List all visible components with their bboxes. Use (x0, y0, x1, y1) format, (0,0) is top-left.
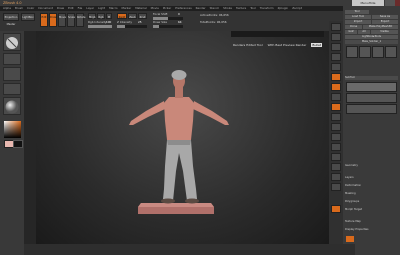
tool-thumb-polymesh[interactable] (385, 46, 397, 58)
material-thumbnail[interactable] (3, 97, 21, 115)
all-button[interactable]: All (358, 30, 370, 34)
secondary-color-swatch[interactable] (13, 140, 23, 148)
model-right-arm (193, 101, 229, 125)
stroke-thumbnail[interactable] (3, 53, 21, 65)
z-intensity-value: 25 (138, 20, 142, 24)
rgb-intensity-label: Rgb Intensity (88, 20, 107, 24)
rgb-intensity-value: 100 (106, 20, 112, 24)
subtool-row-2[interactable] (346, 93, 397, 103)
masking-header[interactable]: Masking (345, 192, 398, 196)
subtool-header[interactable]: SubTool (345, 76, 398, 80)
morph-target-header[interactable]: Morph Target (345, 208, 398, 212)
display-properties-header[interactable]: Display Properties (345, 228, 398, 232)
tool-thumb-cylinder[interactable] (372, 46, 384, 58)
rotate-button[interactable]: Rotate (76, 13, 86, 27)
transp-button[interactable] (331, 163, 341, 171)
scale-view-button[interactable] (331, 133, 341, 141)
subtool-row-1[interactable] (346, 82, 397, 92)
scale-button[interactable]: Scale (67, 13, 75, 27)
polygroups-header[interactable]: Polygroups (345, 200, 398, 204)
soldier-model[interactable] (36, 31, 329, 244)
model-left-arm (129, 101, 165, 125)
frame-button[interactable] (331, 113, 341, 121)
tray-title: Tool (345, 10, 369, 14)
solo-button[interactable] (331, 183, 341, 191)
draw-size-value: 64 (178, 20, 182, 24)
right-shelf (329, 21, 343, 255)
brush-thumbnail[interactable] (3, 33, 21, 51)
ghost-button[interactable] (331, 173, 341, 181)
goz-button[interactable]: GoZ (345, 30, 357, 34)
spix-button[interactable] (331, 33, 341, 41)
total-points: TotalPoints: 96,656 (200, 20, 227, 24)
left-shelf (0, 31, 24, 255)
rgb-button[interactable]: Rgb (97, 13, 105, 19)
visible-button[interactable]: Visible (371, 30, 398, 34)
brush-icon (6, 37, 18, 49)
rotate-view-button[interactable] (331, 143, 341, 151)
save-as-button[interactable]: Save As (372, 15, 398, 19)
xpose-button[interactable] (331, 205, 341, 213)
zcut-button[interactable]: Zcut (138, 13, 147, 19)
tool-name: Male_Soldier_1 (345, 40, 398, 44)
scroll-button[interactable] (331, 43, 341, 51)
draw-size-slider[interactable] (153, 25, 183, 28)
import-button[interactable]: Import (345, 20, 371, 24)
lightbox-button[interactable]: LightBox (21, 13, 35, 21)
tray-toggle[interactable] (346, 236, 354, 242)
bpr-button[interactable] (331, 23, 341, 31)
focal-shift-value: 0 (178, 12, 180, 16)
canvas-viewport[interactable]: Renders Edited Tool With Best Preview Re… (36, 31, 329, 244)
draw-size-label: Draw Size (153, 20, 167, 24)
sym-button[interactable] (331, 103, 341, 111)
local-button[interactable] (331, 93, 341, 101)
color-picker[interactable] (4, 121, 21, 138)
tool-tray: Tool Load Tool Save As Import Export Clo… (343, 6, 400, 255)
alpha-thumbnail[interactable] (3, 67, 21, 81)
draw-button[interactable]: Draw (49, 13, 57, 27)
active-points: ActivePoints: 96,656 (200, 13, 229, 17)
zsub-button[interactable]: Zsub (128, 13, 137, 19)
move-button[interactable]: Move (58, 13, 66, 27)
persp-button[interactable] (331, 73, 341, 81)
app-title: ZBrush 4.0 (3, 1, 22, 5)
lightbox-tools-button[interactable]: Lightbox▸Tools (345, 35, 398, 39)
load-tool-button[interactable]: Load Tool (345, 15, 371, 19)
zadd-button[interactable]: Zadd (117, 13, 127, 19)
z-intensity-label: Z Intensity (117, 20, 132, 24)
actual-button[interactable] (331, 63, 341, 71)
tool-thumb-sphere[interactable] (359, 46, 371, 58)
zoom-button[interactable] (331, 53, 341, 61)
polyf-button[interactable] (331, 153, 341, 161)
make-polymesh-button[interactable]: Make PolyMesh3D (363, 25, 398, 29)
layers-header[interactable]: Layers (345, 176, 398, 180)
edit-button[interactable]: Edit (40, 13, 48, 27)
tool-thumb-soldier[interactable] (346, 46, 358, 58)
focal-shift-label: Focal Shift (153, 12, 168, 16)
projection-master-button[interactable]: Projection Master (3, 13, 19, 26)
clone-button[interactable]: Clone (345, 25, 362, 29)
material-sphere-icon (5, 100, 19, 114)
mrgb-button[interactable]: Mrgb (88, 13, 96, 19)
export-button[interactable]: Export (372, 20, 398, 24)
geometry-header[interactable]: Geometry (345, 164, 398, 168)
left-gap (24, 31, 36, 255)
texture-thumbnail[interactable] (3, 83, 21, 95)
rgb-intensity-slider[interactable] (88, 25, 112, 28)
floor-button[interactable] (331, 83, 341, 91)
bottom-shelf (24, 244, 355, 255)
model-torso (164, 97, 194, 140)
deformation-header[interactable]: Deformation (345, 184, 398, 188)
subtool-row-3[interactable] (346, 104, 397, 114)
model-pants (163, 140, 197, 201)
model-helmet (171, 70, 187, 80)
move-view-button[interactable] (331, 123, 341, 131)
z-intensity-slider[interactable] (117, 25, 147, 28)
m-button[interactable]: M (106, 13, 112, 19)
texture-map-header[interactable]: Texture Map (345, 220, 398, 224)
